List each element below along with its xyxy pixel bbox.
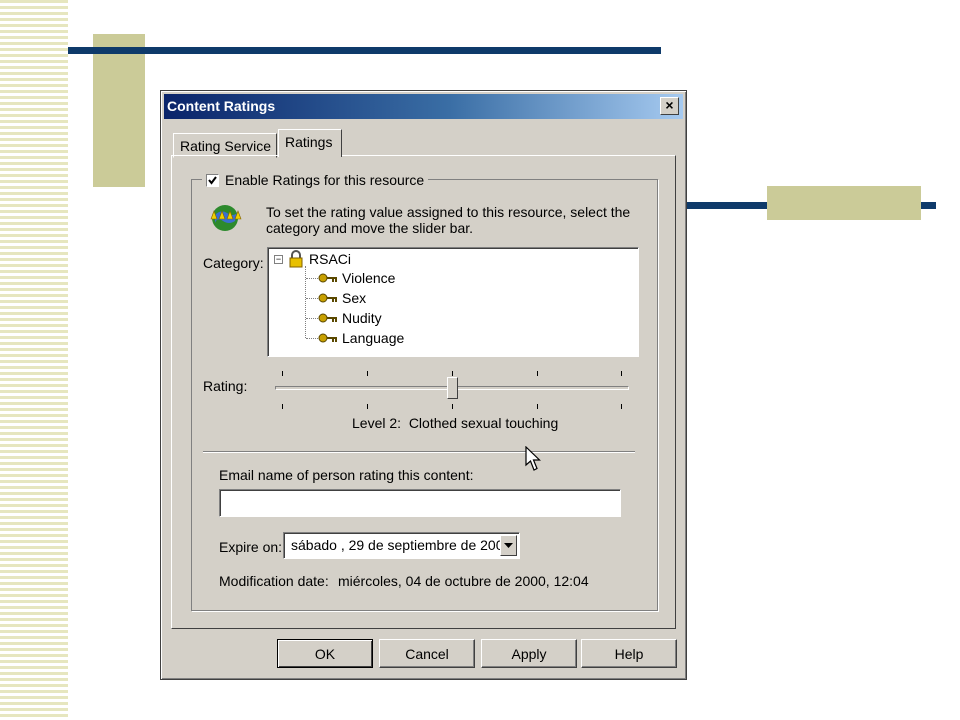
mouse-pointer-icon (525, 446, 541, 471)
enable-ratings-label: Enable Ratings for this resource (225, 172, 425, 188)
tree-root-rsaci[interactable]: − RSACi (274, 250, 351, 268)
key-icon (318, 333, 337, 343)
checkmark-icon (208, 175, 217, 185)
slider-tick (282, 371, 283, 376)
content-ratings-dialog: Content Ratings × Rating Service Ratings… (160, 90, 687, 680)
separator (203, 451, 635, 453)
slider-tick (621, 404, 622, 409)
category-label: Category: (203, 255, 264, 271)
slider-thumb[interactable] (446, 377, 458, 399)
key-icon (318, 273, 337, 283)
modification-date-label: Modification date: (219, 573, 329, 589)
slider-tick (282, 404, 283, 409)
tab-ratings[interactable]: Ratings (278, 129, 342, 157)
ok-button[interactable]: OK (277, 639, 373, 668)
slider-tick (367, 371, 368, 376)
email-label: Email name of person rating this content… (219, 467, 474, 483)
slider-tick (537, 371, 538, 376)
lock-icon (289, 250, 303, 268)
tree-connector (306, 318, 318, 319)
tree-item-language[interactable]: Language (318, 329, 404, 347)
help-button[interactable]: Help (581, 639, 677, 668)
rating-slider[interactable] (275, 367, 629, 413)
tree-item-violence[interactable]: Violence (318, 269, 395, 287)
key-icon (318, 293, 337, 303)
slide-decor-block-left (93, 34, 145, 187)
expire-label: Expire on: (219, 539, 283, 555)
dropdown-button[interactable] (500, 535, 517, 556)
key-icon (318, 313, 337, 323)
tree-item-label: Sex (342, 290, 367, 306)
tree-item-label: Violence (342, 270, 396, 286)
slide-decor-block-right (767, 186, 921, 220)
slide-decor-line-top (68, 47, 661, 54)
cancel-button[interactable]: Cancel (379, 639, 475, 668)
dialog-title: Content Ratings (167, 98, 276, 114)
rating-level-text: Level 2: Clothed sexual touching (352, 415, 559, 431)
apply-button[interactable]: Apply (481, 639, 577, 668)
collapse-icon[interactable]: − (274, 254, 283, 264)
slider-tick (452, 371, 453, 376)
expire-date-select[interactable]: sábado , 29 de septiembre de 2000 (283, 532, 520, 559)
enable-ratings-checkbox[interactable] (206, 173, 219, 187)
tree-guide-line (305, 266, 306, 338)
rsac-globe-icon (210, 205, 242, 231)
tree-item-label: Nudity (342, 310, 382, 326)
slider-tick (621, 371, 622, 376)
modification-date-value: miércoles, 04 de octubre de 2000, 12:04 (338, 573, 589, 589)
tree-connector (306, 338, 318, 339)
tree-root-label: RSACi (309, 251, 352, 267)
email-input[interactable] (219, 489, 621, 517)
tree-item-sex[interactable]: Sex (318, 289, 366, 307)
enable-ratings-toggle[interactable]: Enable Ratings for this resource (202, 171, 429, 189)
category-tree[interactable]: − RSACi Violence Sex Nudity Language (267, 247, 639, 357)
expire-date-value: sábado , 29 de septiembre de 2000 (291, 537, 512, 553)
rating-label: Rating: (203, 378, 248, 394)
chevron-down-icon (504, 543, 513, 548)
tree-item-nudity[interactable]: Nudity (318, 309, 382, 327)
tree-connector (306, 278, 318, 279)
slider-tick (452, 404, 453, 409)
close-icon: × (665, 97, 674, 113)
instruction-text: To set the rating value assigned to this… (266, 204, 631, 236)
close-button[interactable]: × (660, 97, 679, 115)
slide-striped-sidebar (0, 0, 68, 720)
slider-tick (367, 404, 368, 409)
title-bar[interactable]: Content Ratings × (164, 94, 683, 119)
tree-item-label: Language (342, 330, 405, 346)
tree-connector (306, 298, 318, 299)
slider-tick (537, 404, 538, 409)
